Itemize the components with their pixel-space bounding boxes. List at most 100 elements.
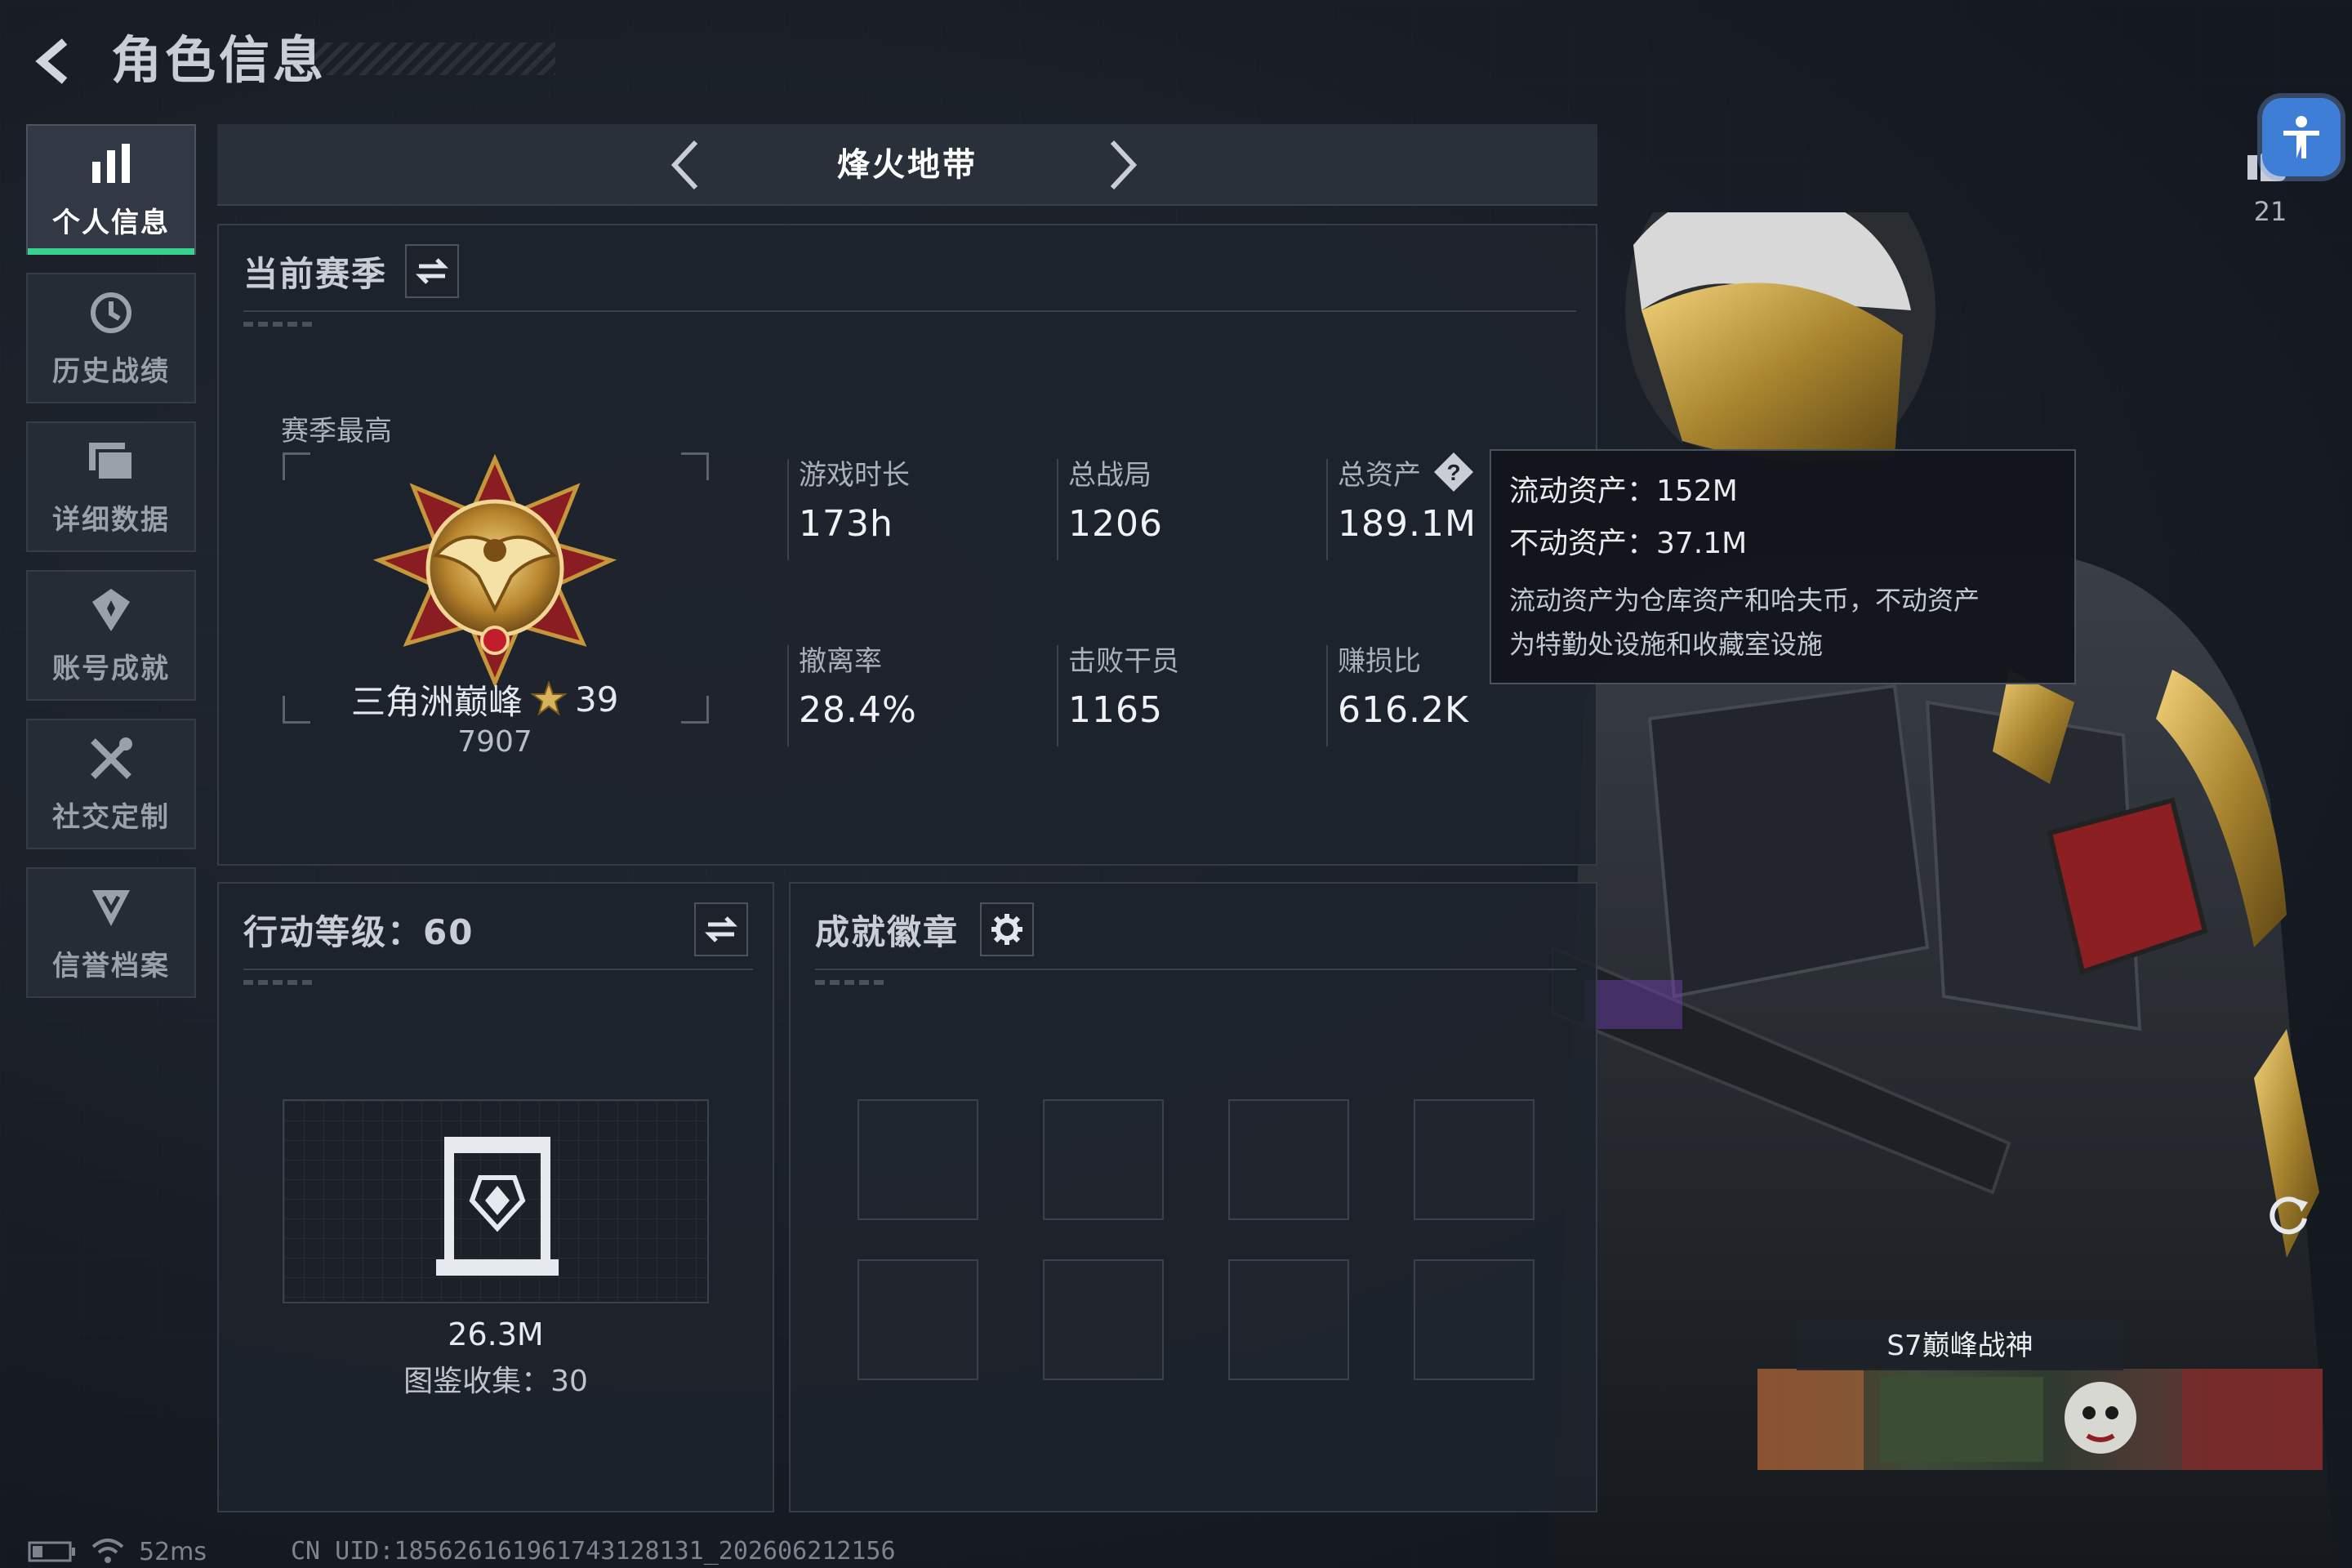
achievement-icon [87,586,136,635]
badge-slot[interactable] [858,1259,978,1380]
stat-value: 173h [799,503,893,545]
title-card-name: S7巅峰战神 [1797,1321,2123,1370]
stat-operators-defeated: 击败干员 1165 [1057,639,1313,746]
wifi-icon [91,1539,124,1563]
battery-icon [28,1541,75,1562]
user-uid: CN UID:18562616196174312813​1_2026062121… [291,1537,896,1566]
stat-divider [1326,645,1328,746]
sidebar-item-label: 账号成就 [52,652,170,685]
sidebar-item-label: 详细数据 [52,503,170,537]
history-icon [87,288,136,337]
stat-divider [787,459,789,560]
stat-value: 1206 [1068,503,1163,545]
accessibility-button[interactable] [2262,98,2341,176]
tooltip-note-line: 流动资产为仓库资产和哈夫币，不动资产 [1509,585,1980,616]
switch-action-button[interactable] [694,902,748,956]
next-mode-button[interactable] [1098,139,1150,191]
badge-slot[interactable] [1228,1099,1349,1220]
frame-corner [283,452,310,480]
divider [243,969,753,970]
gear-icon [991,914,1023,945]
status-bar: 52ms [28,1535,207,1568]
sidebar-item-achievements[interactable]: 账号成就 [26,570,196,701]
stat-divider [787,645,789,746]
sidebar-item-personal-info[interactable]: 个人信息 [26,124,196,255]
badges-title: 成就徽章 [815,911,960,952]
title-decoration [310,42,555,75]
stat-total-matches: 总战局 1206 [1057,452,1313,560]
question-icon: ? [1434,452,1473,492]
tooltip-note-line: 为特勤处设施和收藏室设施 [1509,629,1824,660]
stat-label: 游戏时长 [799,458,910,492]
rank-name: 三角洲巅峰 [351,681,523,722]
panel-decoration [243,980,317,985]
help-button[interactable]: ? [1432,451,1475,493]
fixed-assets: 不动资产：37.1M [1509,527,1748,560]
panel-decoration [243,322,317,327]
stat-play-time: 游戏时长 173h [787,452,1044,560]
action-level-title: 行动等级：60 [243,911,474,952]
mode-switcher: 烽火地带 [217,124,1597,206]
sidebar-item-credit[interactable]: 信誉档案 [26,867,196,998]
sidebar-item-history[interactable]: 历史战绩 [26,273,196,403]
panel-decoration [815,980,889,985]
stat-divider [1057,459,1058,560]
panel-header: 当前赛季 [243,238,460,304]
like-count: 21 [2253,196,2287,227]
season-best-label: 赛季最高 [281,415,392,448]
rotate-character-button[interactable] [2264,1191,2313,1240]
sidebar-item-label: 信誉档案 [52,949,170,982]
badge-slot[interactable] [1043,1259,1164,1380]
badge-slot[interactable] [1043,1099,1164,1220]
assets-tooltip: 流动资产：152M 不动资产：37.1M 流动资产为仓库资产和哈夫币，不动资产 … [1490,449,2076,684]
badge-slot[interactable] [858,1099,978,1220]
stat-label: 总资产 [1338,458,1421,492]
stat-label: 撤离率 [799,644,882,678]
rank-stars: 39 [575,679,619,719]
rank-emblem [372,453,617,691]
stat-value: 1165 [1068,689,1163,731]
liquid-assets: 流动资产：152M [1509,474,1738,508]
divider [815,969,1576,970]
stat-extraction-rate: 撤离率 28.4% [787,639,1044,746]
collection-showcase[interactable] [283,1099,709,1303]
bar-chart-icon [87,140,136,189]
panel-header: 成就徽章 [815,897,1035,962]
rotate-icon [2270,1196,2308,1235]
stat-label: 总战局 [1068,458,1152,492]
stat-label: 击败干员 [1068,644,1179,678]
panel-title: 当前赛季 [243,253,388,294]
page-title: 角色信息 [111,30,327,90]
rank-score: 7907 [457,725,532,759]
collection-value: 26.3M [448,1316,544,1352]
switch-season-button[interactable] [405,244,460,298]
mode-title: 烽火地带 [837,146,978,184]
sidebar-item-label: 社交定制 [52,800,170,834]
rank-name-row: 三角洲巅峰 39 [351,676,618,722]
folder-icon [87,437,136,486]
badge-slot[interactable] [1414,1259,1535,1380]
frame-corner [681,452,709,480]
frame-corner [681,696,709,724]
stat-divider [1326,459,1328,560]
stat-divider [1057,645,1058,746]
shield-icon [87,883,136,932]
stat-value: 28.4% [799,689,917,731]
svg-text:?: ? [1446,460,1460,485]
star-icon [531,681,568,716]
sidebar-item-label: 个人信息 [52,206,170,239]
back-button[interactable] [28,33,85,90]
chevron-right-icon [1110,140,1138,190]
badge-slot[interactable] [1414,1099,1535,1220]
tools-icon [87,734,136,783]
swap-icon [705,916,737,942]
collection-count: 图鉴收集：30 [403,1365,588,1398]
badge-settings-button[interactable] [980,902,1035,956]
accessibility-icon [2283,116,2319,158]
badge-slot[interactable] [1228,1259,1349,1380]
sidebar-item-social[interactable]: 社交定制 [26,719,196,849]
frame-corner [283,696,310,724]
ping-value: 52ms [139,1537,207,1566]
sidebar-item-detailed-data[interactable]: 详细数据 [26,421,196,552]
swap-icon [416,258,449,284]
